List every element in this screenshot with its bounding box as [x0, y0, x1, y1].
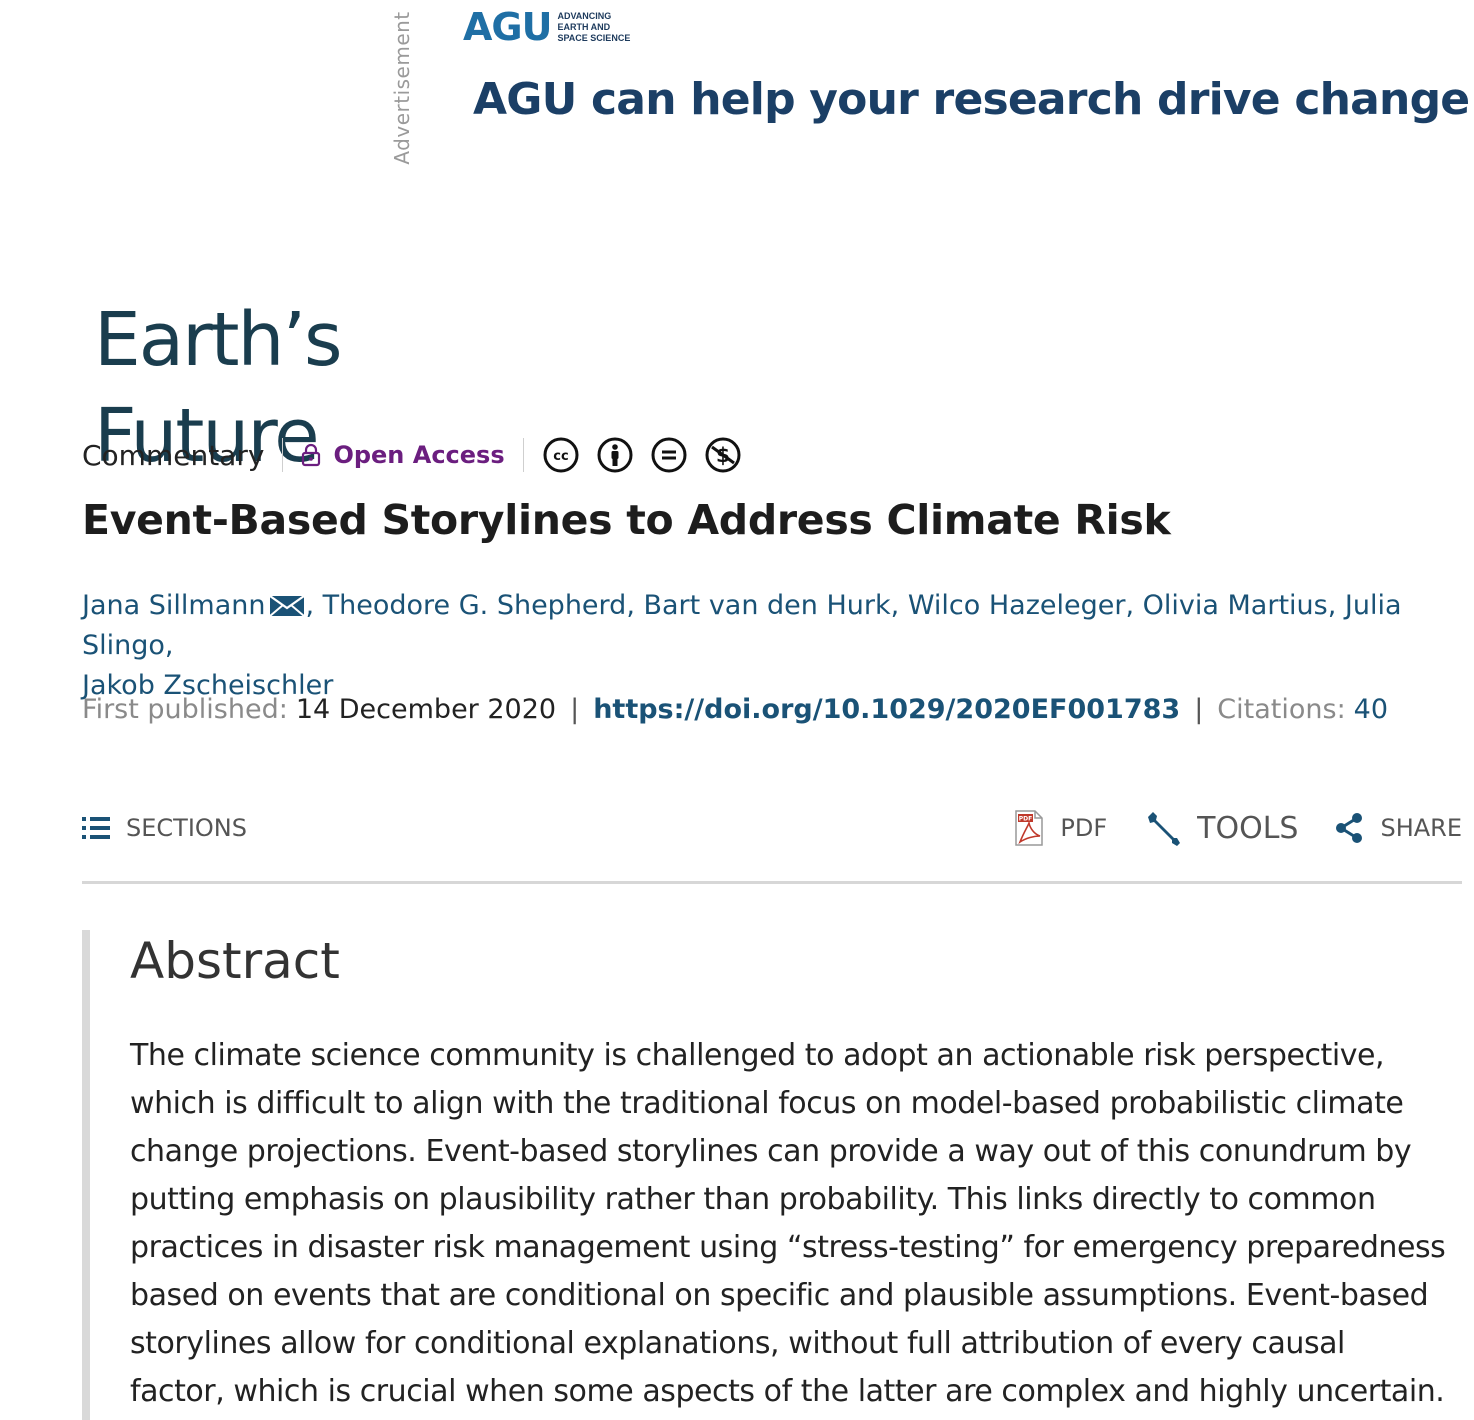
first-published-label: First published: [82, 694, 288, 725]
agu-tagline-line: EARTH AND [557, 21, 611, 32]
author-link[interactable]: Jana Sillmann [82, 590, 265, 621]
svg-text:cc: cc [553, 449, 568, 464]
article-type: Commentary [82, 438, 265, 472]
agu-tagline-line: ADVANCING [557, 10, 612, 21]
agu-logo-tagline: ADVANCING EARTH AND SPACE SCIENCE [557, 11, 630, 44]
sections-label: SECTIONS [126, 814, 247, 842]
abstract-line: putting emphasis on plausibility rather … [130, 1182, 1376, 1217]
tools-label: TOOLS [1197, 810, 1299, 846]
advertisement-label-text: Advertisement [390, 11, 414, 165]
agu-logo-mark: AGU [463, 5, 552, 49]
abstract-line: storylines allow for conditional explana… [130, 1326, 1345, 1361]
divider: | [570, 694, 580, 725]
agu-logo[interactable]: AGU ADVANCING EARTH AND SPACE SCIENCE [463, 8, 630, 46]
author-separator: , [1327, 590, 1345, 621]
publication-info: First published: 14 December 2020 | http… [82, 694, 1388, 725]
citations-count[interactable]: 40 [1354, 694, 1388, 725]
citations-label: Citations: [1217, 694, 1346, 725]
author-link[interactable]: Bart van den Hurk [643, 590, 890, 621]
envelope-icon[interactable] [269, 594, 306, 618]
license-icons[interactable]: cc $ [542, 436, 742, 474]
abstract-line: change projections. Event-based storylin… [130, 1134, 1412, 1169]
author-list: Jana Sillmann , Theodore G. Shepherd, Ba… [82, 586, 1462, 706]
author-separator: , [305, 590, 323, 621]
abstract-line: based on events that are conditional on … [130, 1278, 1429, 1313]
author-separator: , [1125, 590, 1143, 621]
abstract-line: practices in disaster risk management us… [130, 1230, 1446, 1265]
author-link[interactable]: Wilco Hazeleger [908, 590, 1126, 621]
article-meta-row: Commentary Open Access cc $ [82, 432, 742, 478]
toolbar-divider [82, 881, 1462, 884]
by-icon[interactable] [596, 436, 634, 474]
author-separator: , [626, 590, 644, 621]
abstract-line: factor, which is crucial when some aspec… [130, 1374, 1445, 1409]
author-link[interactable]: Olivia Martius [1143, 590, 1328, 621]
author-separator: , [890, 590, 908, 621]
share-icon [1336, 813, 1363, 843]
abstract-heading: Abstract [130, 932, 340, 990]
share-button[interactable]: SHARE [1334, 812, 1462, 844]
abstract-line: The climate science community is challen… [130, 1038, 1385, 1073]
nc-icon[interactable]: $ [704, 436, 742, 474]
doi-link[interactable]: https://doi.org/10.1029/2020EF001783 [593, 694, 1180, 725]
svg-text:PDF: PDF [1019, 816, 1032, 823]
pdf-button[interactable]: PDF PDF [1014, 810, 1107, 846]
article-toolbar: SECTIONS PDF PDF TOOLS SHARE [82, 800, 1462, 856]
divider [282, 438, 284, 472]
pdf-label: PDF [1060, 814, 1108, 842]
wrench-icon [1148, 812, 1181, 846]
tools-button[interactable]: TOOLS [1143, 809, 1298, 847]
nd-icon[interactable] [650, 436, 688, 474]
advertisement-label: Advertisement [372, 8, 432, 168]
article-title: Event-Based Storylines to Address Climat… [82, 496, 1171, 544]
open-access-badge: Open Access [301, 441, 505, 469]
share-label: SHARE [1380, 814, 1462, 842]
abstract-accent-bar [82, 930, 90, 1420]
author-separator: , [164, 630, 174, 661]
ad-headline[interactable]: AGU can help your research drive change [473, 74, 1470, 125]
author-link[interactable]: Theodore G. Shepherd [323, 590, 627, 621]
cc-icon[interactable]: cc [542, 436, 580, 474]
toolbar-actions: PDF PDF TOOLS SHARE [1014, 809, 1462, 847]
first-published-date: 14 December 2020 [295, 694, 557, 725]
pdf-file-icon: PDF [1015, 810, 1044, 846]
abstract-body: The climate science community is challen… [130, 1032, 1446, 1416]
journal-logo[interactable]: Earth’s Future [82, 292, 578, 479]
abstract-line: which is difficult to align with the tra… [130, 1086, 1404, 1121]
divider: | [1194, 694, 1204, 725]
list-icon [82, 817, 110, 839]
open-access-label: Open Access [333, 441, 505, 469]
sections-button[interactable]: SECTIONS [82, 814, 247, 842]
lock-open-icon [302, 443, 321, 467]
divider [522, 438, 524, 472]
agu-tagline-line: SPACE SCIENCE [557, 32, 631, 43]
